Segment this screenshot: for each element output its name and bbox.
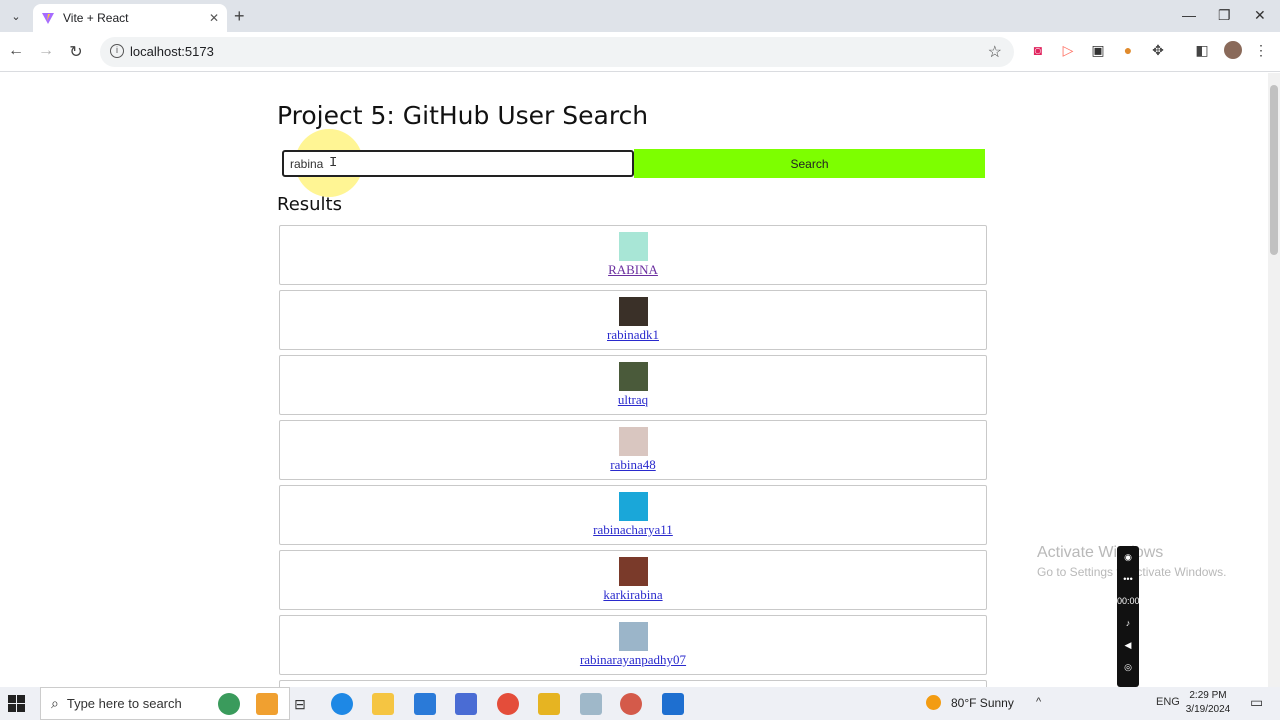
avatar xyxy=(618,362,648,391)
user-link[interactable]: rabinacharya11 xyxy=(593,522,673,538)
tab-search-icon[interactable]: ⌄ xyxy=(6,6,26,26)
camera-icon[interactable]: ◉ xyxy=(1117,546,1139,568)
tab-title: Vite + React xyxy=(63,11,129,25)
language-indicator[interactable]: ENG xyxy=(1156,696,1180,708)
browser-toolbar: ← → ↻ i localhost:5173 ☆ ◙ ▷ ▣ ● ✥ ◧ ⋮ xyxy=(0,32,1280,72)
user-link[interactable]: RABINA xyxy=(608,262,658,278)
weather-text: 80°F Sunny xyxy=(951,695,1014,710)
avatar xyxy=(618,622,648,651)
tab-vite-react[interactable]: Vite + React ✕ xyxy=(33,4,227,32)
text-cursor-icon: I xyxy=(329,155,338,171)
windows-start-icon[interactable] xyxy=(8,695,25,712)
taskbar: ⌕ Type here to search ⊟ 80°F Sunny ^ ENG… xyxy=(0,687,1280,720)
results-heading: Results xyxy=(277,194,342,215)
user-link[interactable]: rabinadk1 xyxy=(607,327,659,343)
chrome-icon[interactable] xyxy=(497,693,519,715)
side-panel-icon[interactable]: ◧ xyxy=(1193,41,1211,59)
extension-play-icon[interactable]: ▷ xyxy=(1059,41,1077,59)
microphone-icon[interactable]: ♪ xyxy=(1117,612,1139,634)
minimize-icon[interactable]: — xyxy=(1182,7,1196,23)
scrollbar-thumb[interactable] xyxy=(1270,85,1278,255)
extension-bottle-icon[interactable]: ● xyxy=(1119,41,1137,59)
vscode-icon[interactable] xyxy=(662,693,684,715)
clock-date: 3/19/2024 xyxy=(1185,704,1231,715)
list-item: rabinarayanpadhy07 xyxy=(279,615,987,675)
list-item: ultraq xyxy=(279,355,987,415)
extensions-puzzle-icon[interactable]: ✥ xyxy=(1149,41,1167,59)
taskbar-search-placeholder: Type here to search xyxy=(66,696,182,711)
task-view-icon[interactable]: ⊟ xyxy=(289,693,311,715)
restore-icon[interactable]: ❐ xyxy=(1218,7,1231,24)
chrome-active-icon[interactable] xyxy=(620,693,642,715)
close-window-icon[interactable]: ✕ xyxy=(1254,7,1266,24)
clock-time: 2:29 PM xyxy=(1189,690,1227,701)
webcam-icon[interactable]: ◎ xyxy=(1117,656,1139,678)
profile-avatar[interactable] xyxy=(1224,41,1242,59)
speaker-icon[interactable]: ◀ xyxy=(1117,634,1139,656)
search-button[interactable]: Search xyxy=(634,149,985,178)
site-info-icon[interactable]: i xyxy=(110,44,124,58)
search-icon: ⌕ xyxy=(51,695,59,711)
menu-kebab-icon[interactable]: ⋮ xyxy=(1252,41,1270,59)
back-icon[interactable]: ← xyxy=(6,42,26,60)
weather-widget-icon[interactable] xyxy=(218,693,240,715)
notification-icon[interactable]: ▭ xyxy=(1250,694,1263,711)
recorder-timer: 00:00 xyxy=(1117,596,1140,606)
extension-box-icon[interactable]: ▣ xyxy=(1089,41,1107,59)
user-link[interactable]: rabina48 xyxy=(610,457,655,473)
app3-icon[interactable] xyxy=(580,693,602,715)
file-explorer-icon[interactable] xyxy=(372,693,394,715)
list-item: karkirabina xyxy=(279,550,987,610)
vite-icon xyxy=(42,13,54,24)
url-text: localhost:5173 xyxy=(130,44,214,59)
user-link[interactable]: karkirabina xyxy=(603,587,662,603)
bookmark-star-icon[interactable]: ☆ xyxy=(988,42,1002,62)
list-item: RABINA xyxy=(279,225,987,285)
avatar xyxy=(618,297,648,326)
user-link[interactable]: rabinarayanpadhy07 xyxy=(580,652,686,668)
list-item: rabinacharya11 xyxy=(279,485,987,545)
clock[interactable]: 2:29 PM 3/19/2024 xyxy=(1182,689,1234,717)
pocket-icon[interactable]: ◙ xyxy=(1029,41,1047,59)
list-item xyxy=(279,680,987,687)
recorder-panel: ◉ ••• 00:00 ♪ ◀ ◎ xyxy=(1117,546,1140,687)
store-icon[interactable] xyxy=(455,693,477,715)
user-link[interactable]: ultraq xyxy=(618,392,648,408)
app-icon[interactable] xyxy=(256,693,278,715)
address-bar[interactable]: i localhost:5173 ☆ xyxy=(100,37,1014,67)
sun-icon xyxy=(926,695,941,710)
forward-icon[interactable]: → xyxy=(36,42,56,60)
page-scrollbar[interactable] xyxy=(1268,73,1280,687)
tab-close-icon[interactable]: ✕ xyxy=(209,11,219,25)
avatar xyxy=(618,232,648,261)
list-item: rabina48 xyxy=(279,420,987,480)
weather-status[interactable]: 80°F Sunny xyxy=(926,695,1014,710)
more-icon[interactable]: ••• xyxy=(1117,568,1139,590)
new-tab-button[interactable]: + xyxy=(234,6,245,26)
avatar xyxy=(618,492,648,521)
reload-icon[interactable]: ↻ xyxy=(66,42,86,62)
avatar xyxy=(618,557,648,586)
avatar xyxy=(618,427,648,456)
app2-icon[interactable] xyxy=(538,693,560,715)
page-content: Project 5: GitHub User Search I Search R… xyxy=(0,73,1268,687)
taskbar-search[interactable]: ⌕ Type here to search xyxy=(40,687,290,720)
edge-icon[interactable] xyxy=(331,693,353,715)
tab-bar: ⌄ Vite + React ✕ + — ❐ ✕ xyxy=(0,0,1280,32)
mail-icon[interactable] xyxy=(414,693,436,715)
results-list: RABINA rabinadk1 ultraq rabina48 rabinac… xyxy=(279,225,987,687)
page-title: Project 5: GitHub User Search xyxy=(277,101,649,130)
tray-chevron-icon[interactable]: ^ xyxy=(1036,696,1041,708)
list-item: rabinadk1 xyxy=(279,290,987,350)
